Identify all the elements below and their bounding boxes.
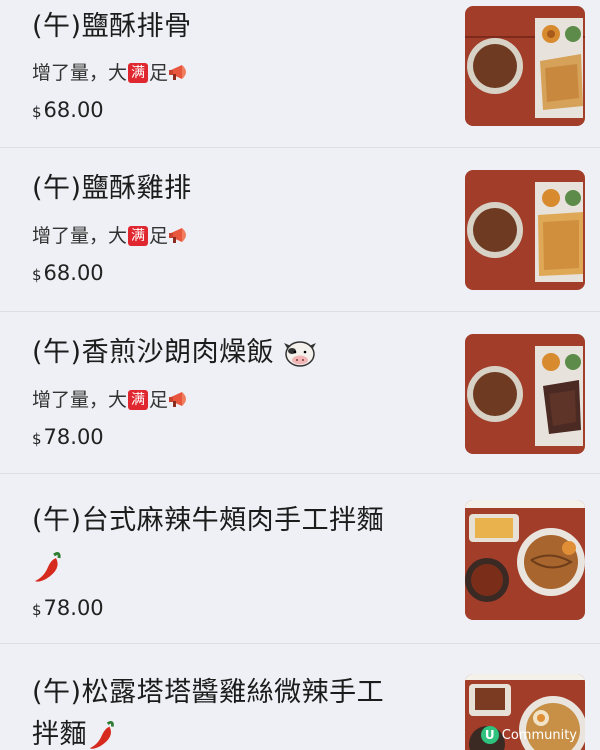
chicken-cutlet-rice-image	[465, 170, 585, 290]
dish-thumbnail[interactable]: U Community	[465, 674, 585, 750]
item-name: (午)台式麻辣牛頰肉手工拌麵	[32, 500, 432, 585]
megaphone-icon	[169, 228, 187, 243]
spicy-noodles-image	[465, 500, 585, 620]
community-watermark: U Community	[480, 726, 577, 744]
full-badge-icon: 满	[128, 226, 149, 246]
desc-text: 增了量，大	[32, 389, 128, 411]
dish-thumbnail[interactable]	[465, 6, 585, 126]
item-price: $68.00	[32, 96, 104, 126]
desc-text: 增了量，大	[32, 225, 128, 247]
community-logo-icon: U	[480, 726, 499, 744]
megaphone-icon	[169, 65, 187, 80]
pork-chop-rice-image	[465, 6, 585, 126]
price-value: 68.00	[43, 261, 104, 285]
price-value: 78.00	[43, 425, 104, 449]
item-name-text: 拌麵	[32, 719, 87, 750]
item-name-text: (午)香煎沙朗肉燥飯	[32, 337, 275, 368]
list-item[interactable]: (午)台式麻辣牛頰肉手工拌麵 $78.00	[0, 474, 600, 644]
menu-list: (午)鹽酥排骨 增了量，大 满 足 $68.00 (午)鹽酥雞排 增了量，大 满…	[0, 0, 600, 750]
item-desc: 增了量，大 满 足	[32, 387, 194, 413]
list-item[interactable]: (午)鹽酥雞排 增了量，大 满 足 $68.00	[0, 148, 600, 312]
item-price: $78.00	[32, 594, 104, 624]
dish-thumbnail[interactable]	[465, 170, 585, 290]
dish-thumbnail[interactable]	[465, 334, 585, 454]
item-desc: 增了量，大 满 足	[32, 223, 194, 249]
item-desc: 增了量，大 满 足	[32, 60, 194, 86]
item-name: (午)鹽酥排骨	[32, 11, 192, 42]
chili-pepper-icon	[89, 720, 114, 749]
full-badge-icon: 满	[128, 390, 149, 410]
item-name: (午)鹽酥雞排	[32, 173, 192, 204]
currency-symbol: $	[32, 430, 42, 448]
dish-thumbnail[interactable]	[465, 500, 585, 620]
currency-symbol: $	[32, 103, 42, 121]
currency-symbol: $	[32, 601, 42, 619]
item-name: (午)香煎沙朗肉燥飯	[32, 332, 432, 374]
item-price: $68.00	[32, 259, 104, 289]
list-item[interactable]: (午)松露塔塔醬雞絲微辣手工 拌麵 U Community	[0, 644, 600, 750]
desc-text: 足	[149, 225, 169, 247]
list-item[interactable]: (午)鹽酥排骨 增了量，大 满 足 $68.00	[0, 0, 600, 148]
price-value: 78.00	[43, 596, 104, 620]
chili-pepper-icon	[35, 551, 61, 582]
desc-text: 足	[149, 389, 169, 411]
currency-symbol: $	[32, 266, 42, 284]
desc-text: 足	[149, 62, 169, 84]
item-name: (午)松露塔塔醬雞絲微辣手工 拌麵	[32, 672, 432, 750]
item-name-text: (午)台式麻辣牛頰肉手工拌麵	[32, 505, 385, 536]
cow-face-icon	[284, 340, 317, 367]
full-badge-icon: 满	[128, 63, 149, 83]
list-item[interactable]: (午)香煎沙朗肉燥飯 增了量，大 满 足 $78.00	[0, 312, 600, 474]
item-name-text: (午)松露塔塔醬雞絲微辣手工	[32, 677, 385, 708]
megaphone-icon	[169, 392, 187, 407]
price-value: 68.00	[43, 98, 104, 122]
item-price: $78.00	[32, 423, 104, 453]
sirloin-rice-image	[465, 334, 585, 454]
watermark-text: Community	[501, 727, 577, 743]
desc-text: 增了量，大	[32, 62, 128, 84]
